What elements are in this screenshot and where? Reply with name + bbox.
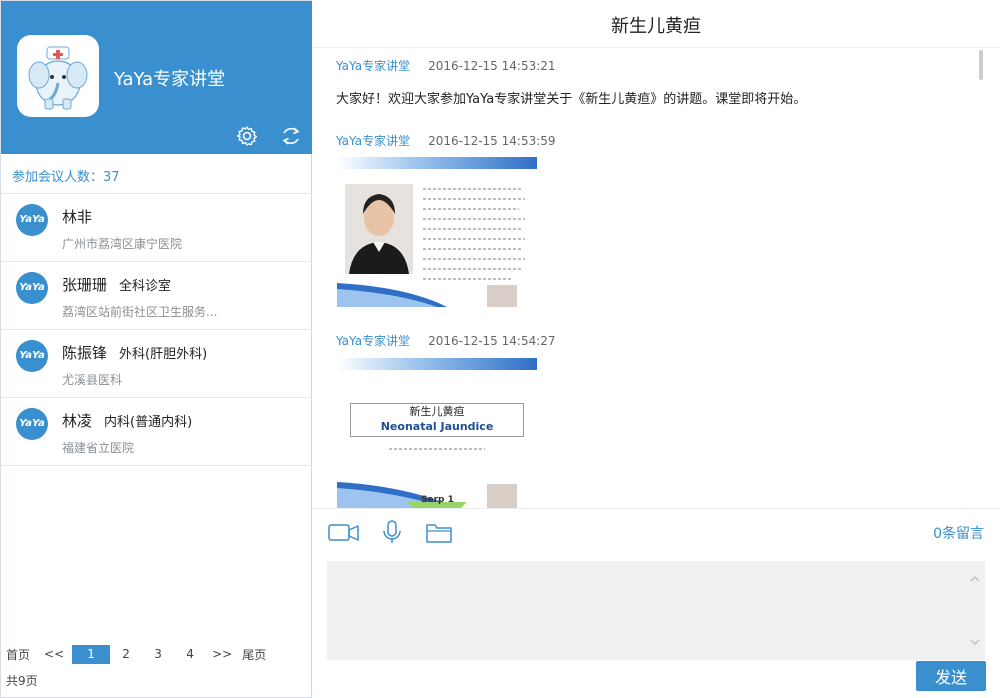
avatar: YaYa	[16, 408, 48, 440]
microphone-icon[interactable]	[382, 519, 402, 545]
message-header: YaYa专家讲堂 2016-12-15 14:53:21	[336, 57, 556, 74]
send-button[interactable]: 发送	[916, 661, 986, 691]
slide-footer-wave	[337, 283, 517, 307]
member-dept: 内科(普通内科)	[104, 415, 193, 430]
member-name: 林非	[62, 208, 93, 226]
slide-speaker-intro-image[interactable]	[337, 157, 537, 307]
message-sender: YaYa专家讲堂	[336, 134, 411, 148]
member-name: 张珊珊	[62, 276, 108, 294]
member-dept: 全科诊室	[119, 279, 172, 294]
page-next-link[interactable]: >>	[212, 647, 232, 661]
page-prev-link[interactable]: <<	[44, 647, 64, 661]
page-total: 共9页	[6, 674, 38, 688]
member-org: 广州市荔湾区康宁医院	[62, 237, 183, 251]
message-count-link[interactable]: 0条留言	[933, 523, 984, 543]
member-dept: 外科(肝胆外科)	[119, 347, 208, 362]
page-first-link[interactable]: 首页	[6, 646, 30, 663]
slide-header-band	[337, 358, 537, 370]
participant-count: 参加会议人数：37	[1, 154, 312, 194]
list-item[interactable]: YaYa 张珊珊 全科诊室 荔湾区站前街社区卫生服务...	[1, 262, 312, 330]
avatar: YaYa	[16, 272, 48, 304]
message-time: 2016-12-15 14:54:27	[428, 334, 556, 348]
message-time: 2016-12-15 14:53:59	[428, 134, 556, 148]
page-link-3[interactable]: 3	[142, 645, 174, 664]
app-title: YaYa专家讲堂	[114, 69, 226, 90]
member-org: 荔湾区站前街社区卫生服务...	[62, 305, 218, 319]
avatar: YaYa	[16, 340, 48, 372]
app-logo	[17, 35, 99, 117]
page-title: 新生儿黄疸	[312, 0, 1000, 48]
list-item[interactable]: YaYa 林非 广州市荔湾区康宁医院	[1, 194, 312, 262]
slide-author-line	[389, 448, 485, 450]
slide-title-en: Neonatal Jaundice	[380, 420, 494, 433]
member-org: 尤溪县医科	[62, 373, 123, 387]
page-link-2[interactable]: 2	[110, 645, 142, 664]
message-sender: YaYa专家讲堂	[336, 59, 411, 73]
message-input[interactable]	[327, 561, 967, 660]
slide-title-image[interactable]: 新生儿黄疸 Neonatal Jaundice Serp 1	[337, 358, 537, 508]
video-icon[interactable]	[328, 519, 360, 545]
sidebar-header: YaYa专家讲堂	[1, 1, 312, 154]
page-link-4[interactable]: 4	[174, 645, 206, 664]
pagination: 首页 << 1 2 3 4 >> 尾页	[6, 644, 280, 664]
slide-title-box: 新生儿黄疸 Neonatal Jaundice	[350, 403, 524, 437]
message-header: YaYa专家讲堂 2016-12-15 14:54:27	[336, 332, 556, 349]
member-list: YaYa 林非 广州市荔湾区康宁医院 YaYa 张珊珊 全科诊室 荔湾区站前街社区…	[1, 194, 312, 466]
message-list[interactable]: YaYa专家讲堂 2016-12-15 14:53:21 大家好！欢迎大家参加Ya…	[328, 48, 984, 508]
chat-panel: 新生儿黄疸 YaYa专家讲堂 2016-12-15 14:53:21 大家好！欢迎…	[312, 0, 1000, 698]
list-item[interactable]: YaYa 林凌 内科(普通内科) 福建省立医院	[1, 398, 312, 466]
message-input-area	[327, 561, 985, 660]
gear-icon[interactable]	[236, 125, 258, 147]
message-text: 大家好！欢迎大家参加YaYa专家讲堂关于《新生儿黄疸》的讲题。课堂即将开始。	[336, 92, 807, 107]
chat-scrollbar[interactable]	[979, 50, 983, 80]
chat-toolbar: 0条留言	[312, 508, 1000, 556]
sidebar: YaYa专家讲堂 参加会议人数：37 YaYa 林非 广州市荔湾区康宁医院 Ya…	[0, 0, 312, 698]
elephant-mascot-icon	[28, 46, 88, 110]
slide-title-cn: 新生儿黄疸	[409, 405, 465, 418]
page-link-1[interactable]: 1	[72, 644, 111, 664]
scroll-down-icon[interactable]	[969, 636, 981, 648]
message-sender: YaYa专家讲堂	[336, 334, 411, 348]
list-item[interactable]: YaYa 陈振锋 外科(肝胆外科) 尤溪县医科	[1, 330, 312, 398]
page-last-link[interactable]: 尾页	[242, 646, 266, 663]
avatar: YaYa	[16, 204, 48, 236]
speaker-photo	[345, 184, 413, 274]
refresh-icon[interactable]	[280, 125, 302, 147]
member-org: 福建省立医院	[62, 441, 135, 455]
message-time: 2016-12-15 14:53:21	[428, 59, 556, 73]
member-name: 陈振锋	[62, 344, 108, 362]
slide-header-band	[337, 157, 537, 169]
message-header: YaYa专家讲堂 2016-12-15 14:53:59	[336, 132, 556, 149]
scroll-up-icon[interactable]	[969, 573, 981, 585]
member-name: 林凌	[62, 412, 93, 430]
slide-footer-text: Serp 1	[421, 495, 454, 505]
folder-icon[interactable]	[426, 519, 452, 545]
